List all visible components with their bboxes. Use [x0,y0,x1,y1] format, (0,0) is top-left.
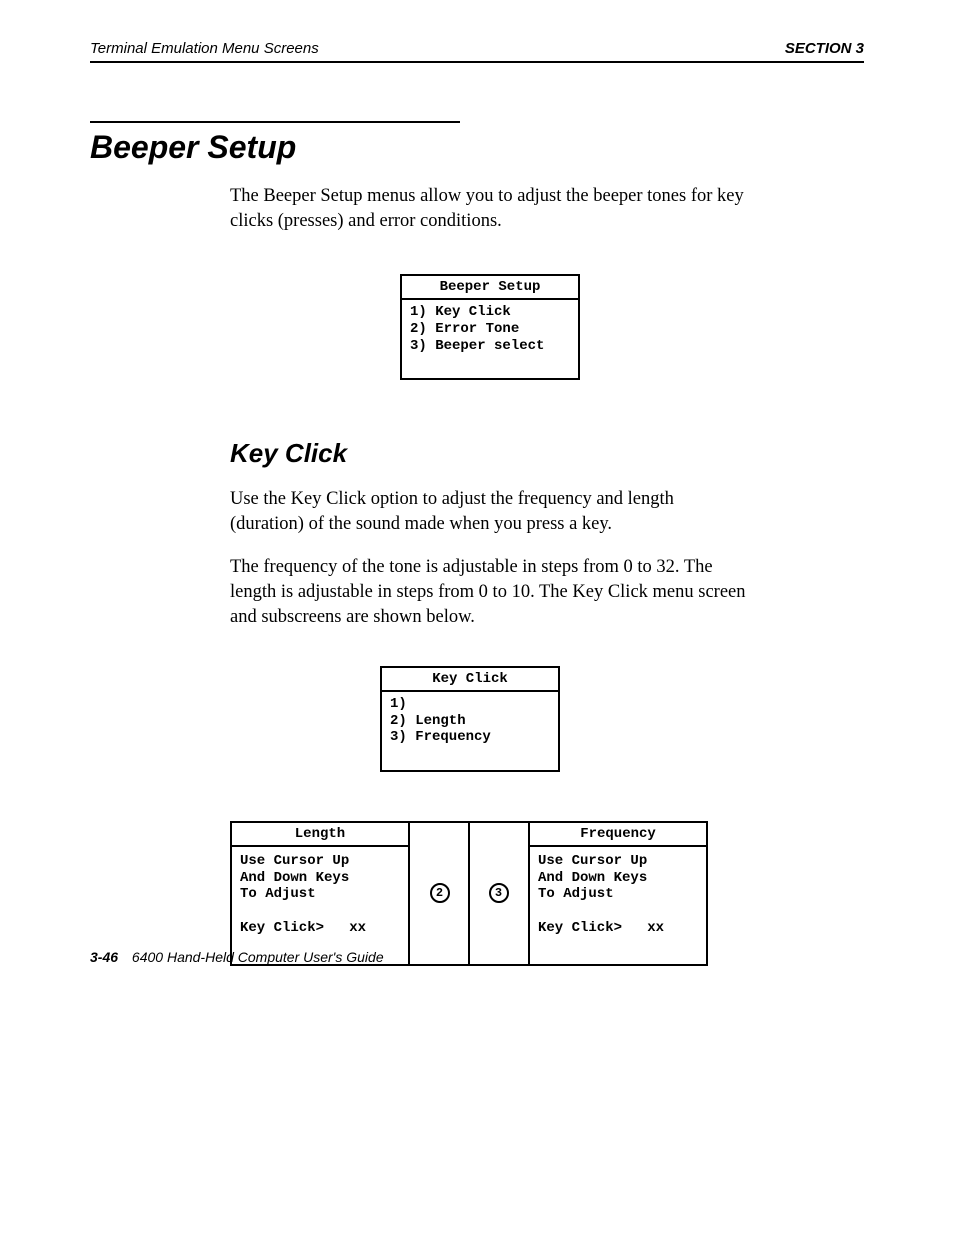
frequency-screen: Frequency Use Cursor Up And Down Keys To… [528,821,708,966]
page-number: 3-46 [90,949,118,965]
screen-body: Use Cursor Up And Down Keys To Adjust Ke… [530,847,706,959]
running-header: Terminal Emulation Menu Screens SECTION … [90,40,864,63]
line: Key Click> xx [538,920,664,936]
badge-number: 3 [495,886,502,900]
connector-badge-2: 2 [430,883,450,903]
menu-item: 2) Length [390,713,466,729]
connector-strip: 2 3 [410,821,528,966]
menu-item: 1) [390,696,407,712]
line: Key Click> xx [240,920,366,936]
screen-body: 1) Key Click 2) Error Tone 3) Beeper sel… [402,300,578,378]
screen-title: Beeper Setup [402,276,578,300]
menu-item: 3) Frequency [390,729,491,745]
connector-badge-3: 3 [489,883,509,903]
connector-divider [468,823,470,964]
line: And Down Keys [538,870,647,886]
beeper-setup-screen: Beeper Setup 1) Key Click 2) Error Tone … [400,274,580,380]
screen-title: Length [232,823,408,847]
key-click-diagram: Key Click 1) 2) Length 3) Frequency Leng… [90,666,864,966]
intro-paragraph: The Beeper Setup menus allow you to adju… [230,184,750,234]
menu-item: 1) Key Click [410,304,511,320]
line: To Adjust [538,886,614,902]
page-footer: 3-46 6400 Hand-Held Computer User's Guid… [90,949,384,965]
header-right: SECTION 3 [785,40,864,57]
line: And Down Keys [240,870,349,886]
menu-item: 2) Error Tone [410,321,519,337]
footer-title: 6400 Hand-Held Computer User's Guide [132,949,384,965]
title-rule [90,121,460,123]
line: Use Cursor Up [538,853,647,869]
kc-paragraph-1: Use the Key Click option to adjust the f… [230,487,750,537]
line: Use Cursor Up [240,853,349,869]
menu-item: 3) Beeper select [410,338,544,354]
length-screen: Length Use Cursor Up And Down Keys To Ad… [230,821,410,966]
screen-title: Key Click [382,668,558,692]
screen-title: Frequency [530,823,706,847]
section-title: Beeper Setup [90,129,864,166]
body-column: The Beeper Setup menus allow you to adju… [230,184,750,630]
line: To Adjust [240,886,316,902]
badge-number: 2 [436,886,443,900]
header-left: Terminal Emulation Menu Screens [90,40,319,57]
subhead: Key Click [230,438,750,469]
screen-body: Use Cursor Up And Down Keys To Adjust Ke… [232,847,408,959]
kc-paragraph-2: The frequency of the tone is adjustable … [230,555,750,630]
screen-body: 1) 2) Length 3) Frequency [382,692,558,770]
key-click-screen: Key Click 1) 2) Length 3) Frequency [380,666,560,772]
beeper-diagram: Beeper Setup 1) Key Click 2) Error Tone … [230,274,750,380]
